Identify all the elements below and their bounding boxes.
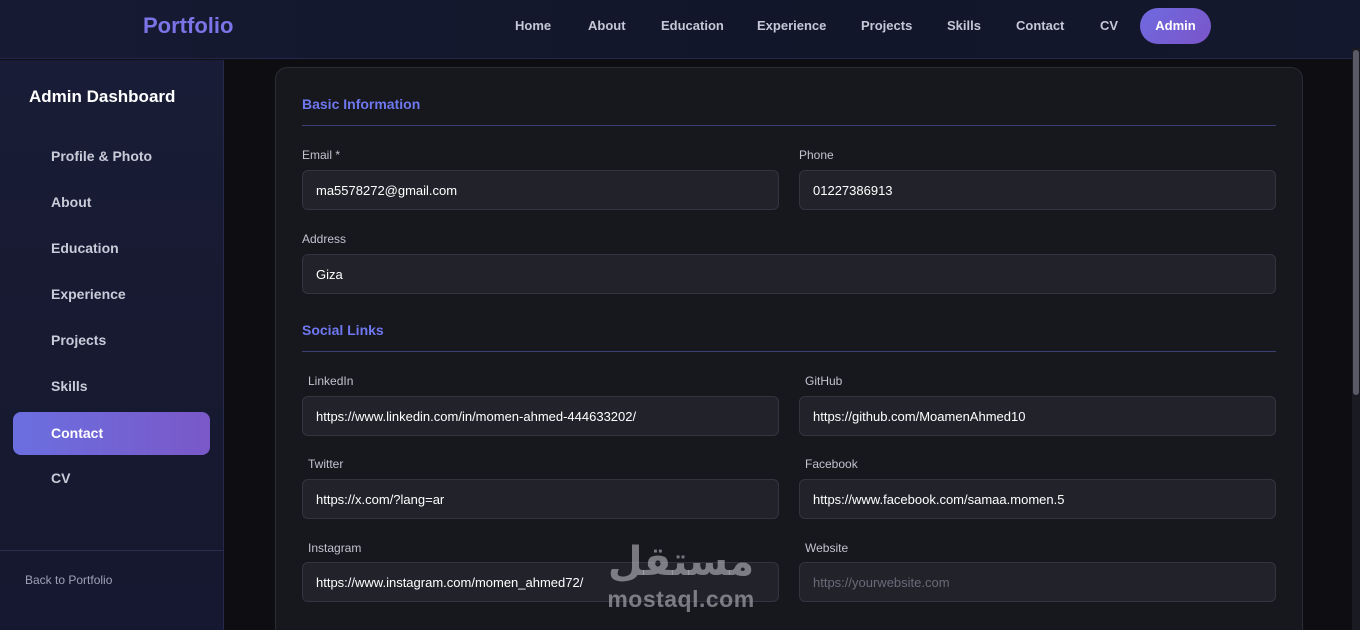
contact-form-card: Basic Information Email * Phone Address … bbox=[275, 67, 1303, 630]
section-title-basic-information: Basic Information bbox=[302, 96, 421, 112]
phone-field[interactable] bbox=[799, 170, 1276, 210]
instagram-field[interactable] bbox=[302, 562, 779, 602]
address-label: Address bbox=[302, 232, 347, 246]
linkedin-label: LinkedIn bbox=[308, 374, 354, 388]
twitter-field[interactable] bbox=[302, 479, 779, 519]
nav-link-experience[interactable]: Experience bbox=[757, 8, 826, 44]
sidebar-title: Admin Dashboard bbox=[29, 87, 176, 106]
sidebar-item-cv[interactable]: CV bbox=[13, 457, 210, 500]
email-label: Email * bbox=[302, 148, 341, 162]
section-divider bbox=[302, 351, 1276, 352]
sidebar-item-about[interactable]: About bbox=[13, 181, 210, 224]
github-field[interactable] bbox=[799, 396, 1276, 436]
sidebar-item-contact[interactable]: Contact bbox=[13, 412, 210, 455]
linkedin-field[interactable] bbox=[302, 396, 779, 436]
nav-link-home[interactable]: Home bbox=[515, 8, 551, 44]
nav-link-projects[interactable]: Projects bbox=[861, 8, 912, 44]
address-field[interactable] bbox=[302, 254, 1276, 294]
github-label: GitHub bbox=[805, 374, 843, 388]
sidebar-item-projects[interactable]: Projects bbox=[13, 319, 210, 362]
phone-label: Phone bbox=[799, 148, 834, 162]
nav-link-skills[interactable]: Skills bbox=[947, 8, 981, 44]
instagram-label: Instagram bbox=[308, 541, 362, 555]
website-label: Website bbox=[805, 541, 849, 555]
sidebar-item-experience[interactable]: Experience bbox=[13, 273, 210, 316]
admin-sidebar: Admin Dashboard Profile & Photo About Ed… bbox=[0, 60, 224, 630]
section-title-social-links: Social Links bbox=[302, 322, 384, 338]
section-divider bbox=[302, 125, 1276, 126]
nav-admin-button[interactable]: Admin bbox=[1140, 8, 1211, 44]
facebook-label: Facebook bbox=[805, 457, 858, 471]
sidebar-divider bbox=[0, 550, 223, 551]
sidebar-item-profile-photo[interactable]: Profile & Photo bbox=[13, 135, 210, 178]
sidebar-item-skills[interactable]: Skills bbox=[13, 365, 210, 408]
nav-link-about[interactable]: About bbox=[588, 8, 626, 44]
website-field[interactable] bbox=[799, 562, 1276, 602]
email-field[interactable] bbox=[302, 170, 779, 210]
nav-link-cv[interactable]: CV bbox=[1100, 8, 1118, 44]
nav-link-contact[interactable]: Contact bbox=[1016, 8, 1064, 44]
back-to-portfolio-link[interactable]: Back to Portfolio bbox=[25, 573, 112, 587]
page-scrollbar-thumb[interactable] bbox=[1353, 50, 1359, 395]
nav-links: Home About Education Experience Projects… bbox=[0, 8, 1360, 44]
facebook-field[interactable] bbox=[799, 479, 1276, 519]
top-navbar: Portfolio Home About Education Experienc… bbox=[0, 0, 1360, 59]
twitter-label: Twitter bbox=[308, 457, 344, 471]
nav-link-education[interactable]: Education bbox=[661, 8, 724, 44]
sidebar-item-education[interactable]: Education bbox=[13, 227, 210, 270]
